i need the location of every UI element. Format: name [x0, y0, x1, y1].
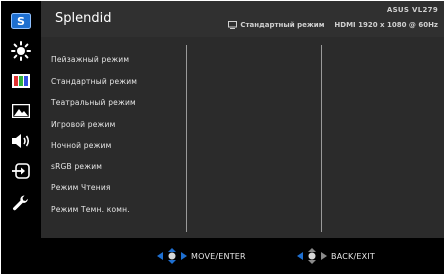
wrench-icon [13, 195, 28, 211]
osd-window: S Splendid ASUS VL279 Стандартный режим … [1, 1, 444, 274]
page-title: Splendid [55, 11, 112, 26]
back-exit-label: BACK/EXIT [331, 251, 375, 261]
color-bars-icon [12, 74, 30, 88]
brightness-icon [11, 41, 31, 61]
sidebar-item-sound[interactable] [9, 131, 33, 151]
menu-item-darkroom[interactable]: Режим Темн. комн. [51, 205, 130, 214]
column-divider [321, 45, 322, 232]
move-joystick-icon [157, 248, 187, 264]
sound-icon [12, 134, 30, 148]
input-select-icon [12, 163, 30, 179]
menu-panel: Пейзажный режим Стандартный режим Театра… [41, 37, 444, 238]
status-line: Стандартный режим HDMI 1920 x 1080 @ 60H… [228, 21, 438, 29]
model-name: ASUS VL279 [386, 6, 438, 14]
svg-text:S: S [17, 15, 25, 28]
menu-item-theater[interactable]: Театральный режим [51, 98, 136, 107]
back-joystick-icon [297, 248, 327, 264]
menu-item-standard[interactable]: Стандартный режим [51, 77, 137, 86]
footer-bar: MOVE/ENTER BACK/EXIT [1, 238, 444, 274]
monitor-icon [228, 21, 238, 29]
current-mode: Стандартный режим [240, 21, 325, 29]
header-bar: Splendid ASUS VL279 Стандартный режим HD… [41, 1, 444, 37]
menu-item-landscape[interactable]: Пейзажный режим [51, 55, 129, 64]
menu-item-reading[interactable]: Режим Чтения [51, 183, 111, 192]
menu-item-game[interactable]: Игровой режим [51, 120, 115, 129]
sidebar-item-input-select[interactable] [9, 161, 33, 181]
sidebar-item-color[interactable] [9, 71, 33, 91]
sidebar-item-system-setup[interactable] [9, 193, 33, 213]
back-exit-hint: BACK/EXIT [297, 248, 375, 264]
splendid-s-icon: S [11, 13, 31, 29]
image-icon [12, 104, 30, 118]
sidebar-item-splendid[interactable]: S [9, 11, 33, 31]
sidebar: S [1, 1, 41, 238]
sidebar-item-brightness[interactable] [9, 41, 33, 61]
sidebar-item-image[interactable] [9, 101, 33, 121]
move-enter-hint: MOVE/ENTER [157, 248, 246, 264]
menu-item-night[interactable]: Ночной режим [51, 141, 111, 150]
menu-item-srgb[interactable]: sRGB режим [51, 162, 102, 171]
move-enter-label: MOVE/ENTER [191, 251, 246, 261]
input-info: HDMI 1920 x 1080 @ 60Hz [334, 21, 438, 29]
column-divider [186, 45, 187, 232]
